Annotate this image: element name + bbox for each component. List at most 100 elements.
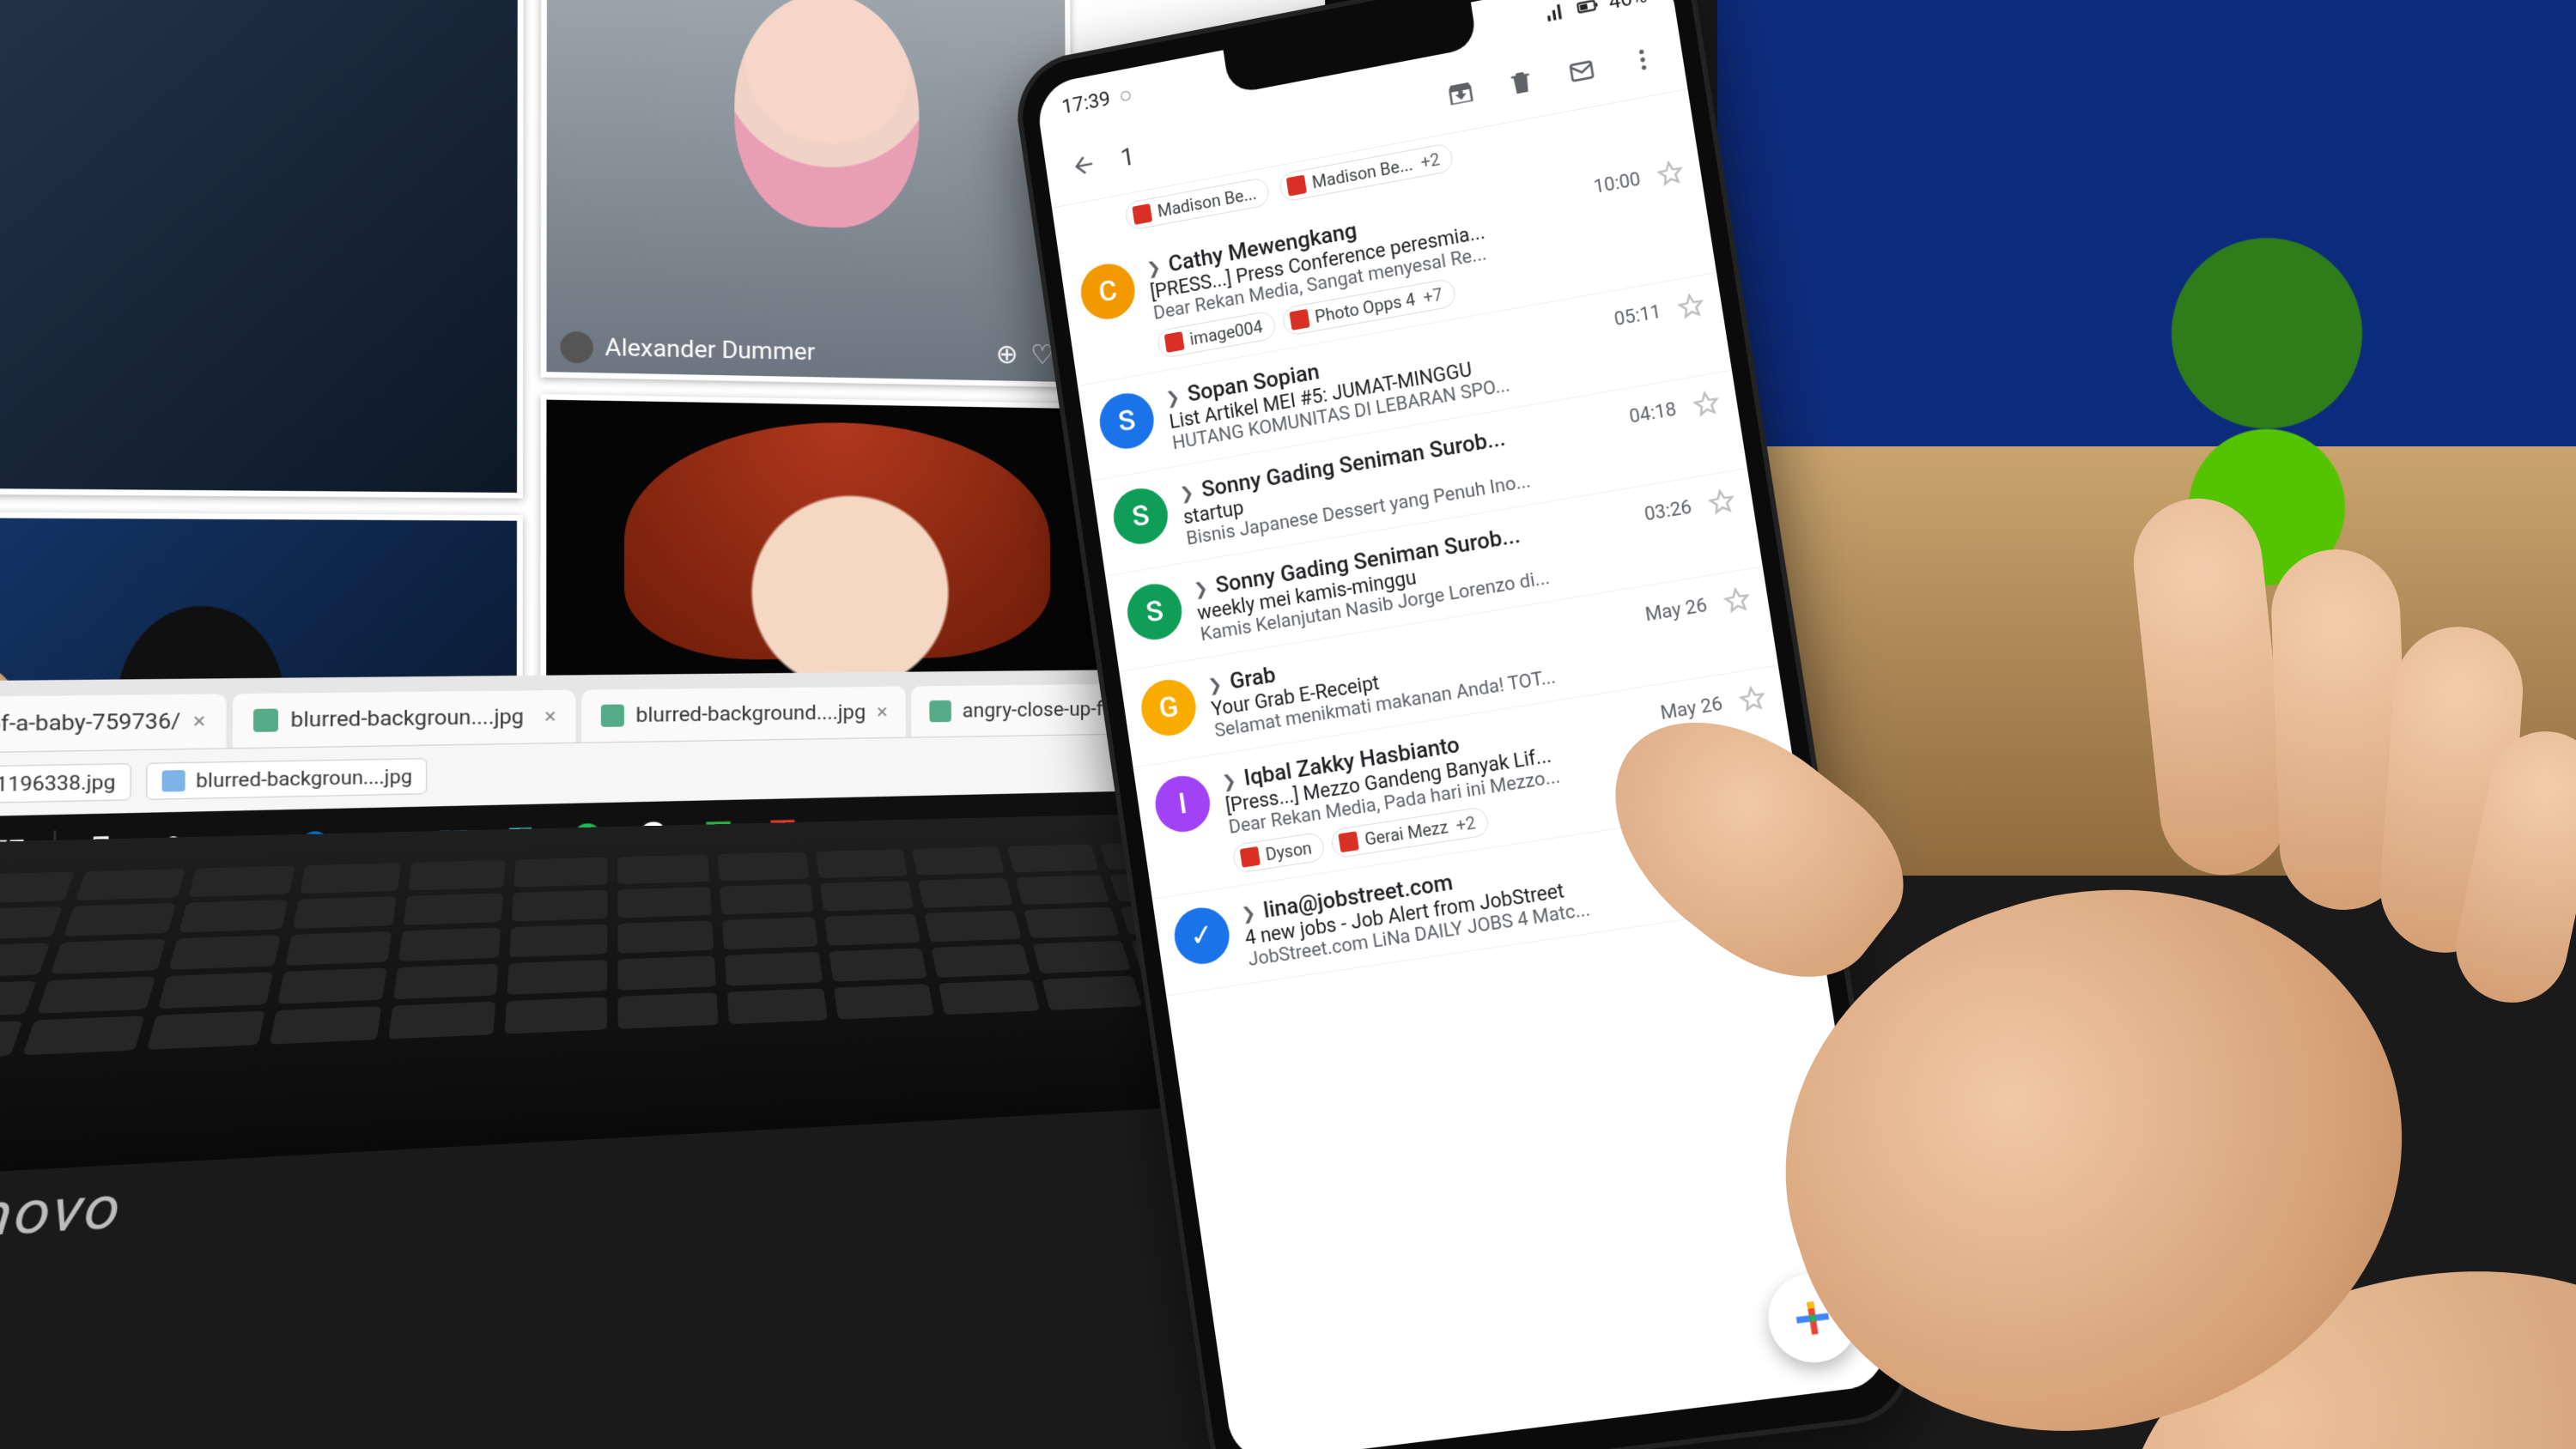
star-button[interactable] xyxy=(1759,819,1789,849)
download-item[interactable]: blurred-backgroun....jpg xyxy=(146,758,427,800)
archive-button[interactable] xyxy=(1436,69,1485,120)
star-button[interactable] xyxy=(1656,158,1685,188)
tab-close-icon[interactable]: × xyxy=(877,700,888,724)
expand-caret-icon: ❯ xyxy=(1178,482,1194,504)
tab-favicon-icon xyxy=(601,705,624,727)
star-icon[interactable] xyxy=(1656,158,1685,188)
overflow-button[interactable] xyxy=(1617,33,1668,86)
signal-icon xyxy=(1543,0,1568,26)
keyboard-key xyxy=(720,884,814,915)
stock-photo[interactable] xyxy=(0,0,524,499)
keyboard-key xyxy=(725,952,823,986)
battery-icon xyxy=(1575,0,1601,20)
expand-caret-icon: ❯ xyxy=(1221,770,1237,792)
sender-avatar[interactable]: S xyxy=(1110,484,1172,548)
keyboard-key xyxy=(76,869,186,900)
keyboard-key xyxy=(269,1006,380,1045)
selection-count: 1 xyxy=(1119,142,1137,173)
file-icon xyxy=(162,770,185,791)
add-icon[interactable]: ⊕ xyxy=(995,339,1018,371)
image-file-icon xyxy=(1286,175,1307,197)
keyboard-key xyxy=(504,997,607,1034)
attachment-label: Madison Be... xyxy=(1310,154,1413,192)
attachment-label: Gerai Mezz xyxy=(1364,816,1449,850)
mark-unread-button[interactable] xyxy=(1557,45,1607,97)
keyboard-key xyxy=(513,858,607,888)
keyboard-key xyxy=(398,928,501,961)
browser-tab[interactable]: ...graphy-of-a-baby-759736/ × xyxy=(0,694,227,755)
keyboard-key xyxy=(1042,976,1142,1010)
tab-close-icon[interactable]: × xyxy=(193,709,205,733)
sender-avatar[interactable]: G xyxy=(1138,676,1200,739)
keyboard-key xyxy=(932,944,1030,978)
sender-avatar[interactable]: ✓ xyxy=(1170,904,1233,967)
mail-icon xyxy=(1566,55,1597,87)
keyboard-key xyxy=(722,917,818,949)
scene: Alexander Dummer ⊕ ♡ xyxy=(0,0,2576,1449)
back-button[interactable] xyxy=(1060,140,1108,191)
star-icon[interactable] xyxy=(1707,487,1737,517)
keyboard-key xyxy=(727,988,828,1024)
star-button[interactable] xyxy=(1692,389,1722,419)
keyboard-key xyxy=(292,896,396,929)
star-button[interactable] xyxy=(1737,684,1767,714)
sender-avatar[interactable]: I xyxy=(1151,772,1213,835)
attachment-label: Madison Be... xyxy=(1156,183,1257,221)
keyboard-key xyxy=(512,890,608,922)
keyboard-key xyxy=(148,1011,264,1050)
keyboard-key xyxy=(816,849,908,878)
attachment-chip[interactable]: Dyson xyxy=(1231,831,1326,874)
attachment-more: +2 xyxy=(1419,149,1441,172)
archive-icon xyxy=(1445,78,1476,110)
stock-photo[interactable] xyxy=(540,394,1128,682)
tab-favicon-icon xyxy=(930,700,952,723)
mail-list[interactable]: C❯Cathy Mewengkang10:00[PRESS...] Press … xyxy=(1059,140,1891,1449)
laptop-brand-label: Lenovo xyxy=(0,1172,126,1256)
tab-favicon-icon xyxy=(253,709,278,732)
attachment-more: +7 xyxy=(1422,284,1444,307)
star-button[interactable] xyxy=(1722,585,1752,615)
keyboard-key xyxy=(285,931,392,966)
download-item[interactable]: ...a-furtado-1196338.jpg xyxy=(0,763,131,807)
attachment-more: +2 xyxy=(1455,812,1477,835)
photo-author[interactable]: Alexander Dummer xyxy=(560,331,815,368)
keyboard-key xyxy=(408,860,506,891)
keyboard-key xyxy=(912,846,1004,875)
star-icon[interactable] xyxy=(1676,291,1706,321)
delete-button[interactable] xyxy=(1496,57,1546,108)
star-button[interactable] xyxy=(1707,487,1737,517)
image-file-icon xyxy=(1240,846,1261,868)
image-file-icon xyxy=(1164,331,1185,353)
keyboard-key xyxy=(0,1021,23,1061)
star-button[interactable] xyxy=(1676,291,1706,321)
stock-photo[interactable]: Alexander Dummer ⊕ ♡ xyxy=(541,0,1072,387)
sender-avatar[interactable]: S xyxy=(1124,579,1186,643)
keyboard-key xyxy=(919,878,1012,908)
keyboard-key xyxy=(388,1002,495,1040)
keyboard-key xyxy=(617,887,712,918)
stock-photo[interactable] xyxy=(0,511,523,682)
keyboard-key xyxy=(1032,941,1130,973)
keyboard-key xyxy=(0,871,75,903)
star-icon[interactable] xyxy=(1759,819,1789,849)
sender-avatar[interactable]: C xyxy=(1078,259,1139,324)
keyboard-key xyxy=(0,943,51,979)
browser-tab[interactable]: blurred-background....jpg × xyxy=(581,687,906,743)
download-filename: blurred-backgroun....jpg xyxy=(196,765,412,792)
attachment-label: image004 xyxy=(1188,317,1264,349)
browser-tab[interactable]: blurred-backgroun....jpg × xyxy=(233,690,576,748)
star-icon[interactable] xyxy=(1722,585,1752,615)
keyboard-key xyxy=(403,893,502,925)
sender-avatar[interactable]: S xyxy=(1096,389,1157,453)
star-icon[interactable] xyxy=(1737,684,1767,714)
keyboard-key xyxy=(824,913,920,945)
expand-caret-icon: ❯ xyxy=(1206,674,1223,696)
download-filename: ...a-furtado-1196338.jpg xyxy=(0,770,116,798)
tab-close-icon[interactable]: × xyxy=(544,705,556,728)
keyboard-key xyxy=(617,854,709,884)
attachment-label: Photo Opps 4 xyxy=(1314,289,1417,327)
keyboard-key xyxy=(1007,844,1099,872)
star-icon[interactable] xyxy=(1692,389,1722,419)
keyboard-key xyxy=(509,924,607,957)
expand-caret-icon: ❯ xyxy=(1193,578,1209,600)
